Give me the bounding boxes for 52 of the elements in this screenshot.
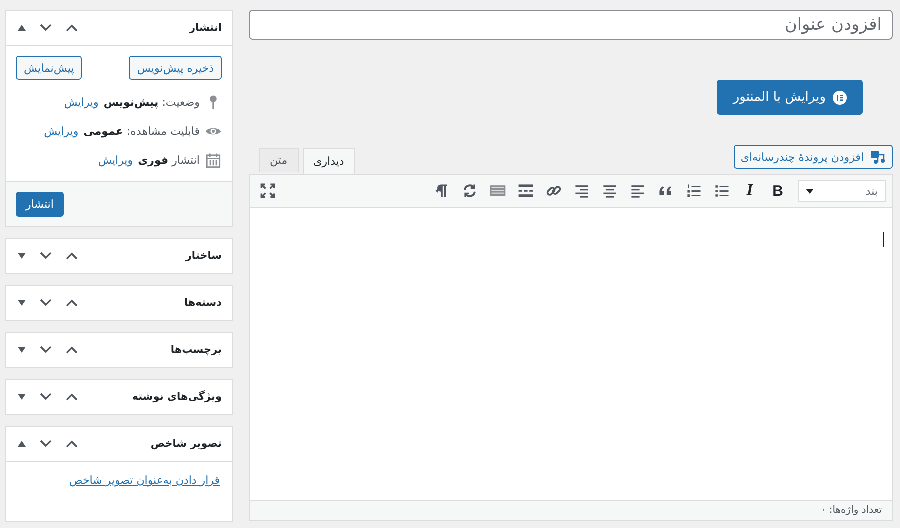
move-down-icon[interactable] [40, 252, 52, 260]
meta-text: انتشار فوری [138, 154, 200, 167]
box-title: ساختار [186, 250, 222, 262]
toggle-icon[interactable] [18, 394, 26, 400]
move-up-icon[interactable] [66, 346, 78, 354]
word-count: تعداد واژه‌ها: ۰ [250, 500, 892, 520]
move-down-icon[interactable] [40, 440, 52, 448]
box-title: تصویر شاخص [150, 438, 222, 450]
move-up-icon[interactable] [66, 252, 78, 260]
publish-button[interactable]: انتشار [16, 192, 64, 217]
save-draft-button[interactable]: ذخیره پیش‌نویس [129, 56, 222, 80]
meta-text: وضعیت: پیش‌نویس [104, 96, 200, 109]
italic-button[interactable]: I [738, 179, 762, 203]
move-down-icon[interactable] [40, 346, 52, 354]
caret-icon [806, 188, 814, 194]
numbered-list-icon [685, 182, 703, 200]
preview-button[interactable]: پیش‌نمایش [16, 56, 82, 80]
refresh-icon [461, 182, 479, 200]
move-up-icon[interactable] [66, 440, 78, 448]
bold-button[interactable]: B [766, 179, 790, 203]
toggle-icon[interactable] [18, 25, 26, 31]
elementor-button[interactable]: ویرایش با المنتور [717, 80, 863, 115]
read-more-icon [517, 182, 535, 200]
box-title: برچسب‌ها [170, 344, 222, 356]
move-up-icon[interactable] [66, 24, 78, 32]
e-logo-icon [833, 90, 847, 104]
text-cursor [883, 232, 884, 247]
format-select[interactable]: بند [798, 180, 886, 202]
fullscreen-icon [259, 182, 277, 200]
editor-tab[interactable]: متن [259, 148, 299, 172]
toggle-icon[interactable] [18, 347, 26, 353]
move-down-icon[interactable] [40, 299, 52, 307]
box-title: انتشار [190, 22, 222, 34]
add-media-button[interactable]: افزودن پروندهٔ چندرسانه‌ای [734, 145, 893, 169]
edit-link[interactable]: ویرایش [44, 125, 79, 138]
toggle-icon[interactable] [18, 300, 26, 306]
edit-link[interactable]: ویرایش [98, 154, 134, 167]
box-title: ویژگی‌های نوشته [132, 391, 222, 403]
toggle-icon[interactable] [18, 441, 26, 447]
move-up-icon[interactable] [66, 299, 78, 307]
toggle-icon[interactable] [18, 253, 26, 259]
box-title: دسته‌ها [184, 297, 222, 309]
editor-tab[interactable]: دیداری [302, 148, 356, 174]
edit-link[interactable]: ویرایش [64, 96, 99, 109]
move-up-icon[interactable] [66, 393, 78, 401]
meta-text: قابلیت مشاهده: عمومی [84, 125, 200, 138]
calendar-icon [205, 152, 222, 169]
move-down-icon[interactable] [40, 24, 52, 32]
media-icon [870, 149, 886, 165]
set-featured-image-link[interactable]: قرار دادن به‌عنوان تصویر شاخص [69, 474, 220, 487]
move-down-icon[interactable] [40, 393, 52, 401]
title-field[interactable]: افزودن عنوان [249, 10, 893, 40]
